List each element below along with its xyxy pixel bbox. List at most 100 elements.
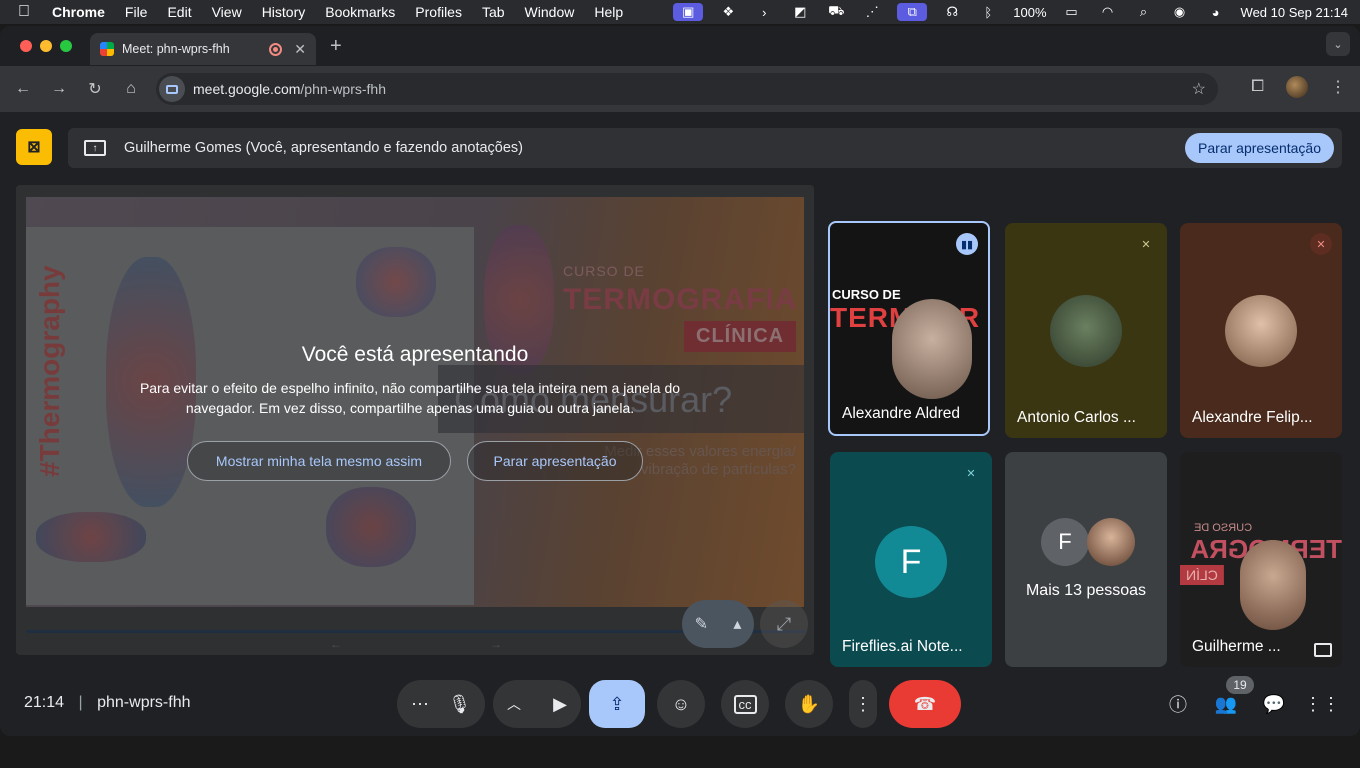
extensions-icon[interactable]: ⧠ <box>1251 78 1264 96</box>
macos-menubar:  Chrome File Edit View History Bookmark… <box>0 0 1360 24</box>
site-info-icon[interactable] <box>159 76 185 102</box>
tab-close-icon[interactable]: ✕ <box>294 41 306 58</box>
chat-icon[interactable]: 💬 <box>1262 692 1286 716</box>
menu-app-chrome[interactable]: Chrome <box>52 4 105 20</box>
participant-tile-fireflies[interactable]: ✕ F Fireflies.ai Note... <box>830 452 992 667</box>
url-path: /phn-wprs-fhh <box>300 81 386 97</box>
microphone-icon[interactable]: 🎙 <box>448 694 471 715</box>
raise-hand-button[interactable]: ✋ <box>785 680 833 728</box>
participant-tile-alexandre-felipe[interactable]: ✕ Alexandre Felip... <box>1180 223 1342 438</box>
recording-icon <box>269 42 283 56</box>
menu-edit[interactable]: Edit <box>167 4 191 20</box>
meet-control-bar: 21:14 | phn-wprs-fhh ⋯ 🎙 ︿ ▶ ⇪ ☺ cc ✋ ⋮ … <box>0 672 1360 736</box>
mic-off-icon: ✕ <box>1310 233 1332 255</box>
show-screen-anyway-button[interactable]: Mostrar minha tela mesmo assim <box>187 441 451 481</box>
wifi-icon[interactable]: ◠ <box>1097 3 1119 21</box>
display-icon[interactable]: ◩ <box>789 3 811 21</box>
bluetooth-icon[interactable]: ᛒ <box>977 3 999 21</box>
control-center-icon[interactable]: ◉ <box>1169 3 1191 21</box>
picture-in-picture-icon[interactable] <box>1314 643 1332 657</box>
forward-button[interactable]: → <box>46 76 72 102</box>
present-screen-button[interactable]: ⇪ <box>589 680 645 728</box>
menu-window[interactable]: Window <box>525 4 575 20</box>
audio-control-group: ⋯ 🎙 <box>397 680 485 728</box>
annotation-tools[interactable]: ✎ ▴ <box>682 600 754 648</box>
new-tab-button[interactable]: + <box>330 35 342 58</box>
address-bar[interactable]: meet.google.com/phn-wprs-fhh ☆ <box>156 73 1218 105</box>
speaking-indicator-icon: ▮▮ <box>956 233 978 255</box>
headphones-icon[interactable]: ☊ <box>941 3 963 21</box>
closed-captions-icon: cc <box>733 694 757 714</box>
meeting-info-icon[interactable]: ⓘ <box>1166 692 1190 716</box>
participant-tile-antonio-carlos[interactable]: ✕ Antonio Carlos ... <box>1005 223 1167 438</box>
minimize-window-button[interactable] <box>40 40 52 52</box>
present-to-all-icon: ⇪ <box>609 693 625 714</box>
menu-history[interactable]: History <box>262 4 306 20</box>
menu-bookmarks[interactable]: Bookmarks <box>325 4 395 20</box>
participant-tile-alexandre-aldred[interactable]: CURSO DE TERMOGR ▮▮ Alexandre Aldred <box>828 221 990 436</box>
presenting-banner: ↑ Guilherme Gomes (Você, apresentando e … <box>68 128 1342 168</box>
annotate-chevron-up-icon[interactable]: ▴ <box>733 614 741 634</box>
banner-stop-presenting-button[interactable]: Parar apresentação <box>1185 133 1334 163</box>
activities-grid-icon[interactable]: ⋮⋮ <box>1304 692 1340 716</box>
home-button[interactable]: ⌂ <box>118 76 144 102</box>
end-call-icon: ☎ <box>913 693 937 714</box>
menu-profiles[interactable]: Profiles <box>415 4 462 20</box>
self-video-face <box>1240 540 1306 630</box>
car-icon[interactable]: ⛟ <box>825 3 847 21</box>
annotate-pen-icon[interactable]: ✎ <box>695 614 708 634</box>
overlay-description: Para evitar o efeito de espelho infinito… <box>139 380 681 416</box>
video-options-chevron-up-icon[interactable]: ︿ <box>507 694 521 714</box>
chrome-menu-icon[interactable]: ⋮ <box>1330 77 1346 97</box>
presenting-banner-text: Guilherme Gomes (Você, apresentando e fa… <box>124 140 523 156</box>
dropbox-icon[interactable]: ❖ <box>717 3 739 21</box>
participant-avatar <box>1225 295 1297 367</box>
menu-tab[interactable]: Tab <box>482 4 505 20</box>
people-icon[interactable]: 👥 <box>1214 692 1238 716</box>
spotlight-search-icon[interactable]: ⌕ <box>1133 3 1155 21</box>
browser-toolbar: ← → ↻ ⌂ meet.google.com/phn-wprs-fhh ☆ ⧠… <box>0 66 1360 112</box>
leave-call-button[interactable]: ☎ <box>889 680 961 728</box>
menu-help[interactable]: Help <box>594 4 623 20</box>
camera-icon[interactable]: ▶ <box>553 694 567 715</box>
back-button[interactable]: ← <box>10 76 36 102</box>
captions-button[interactable]: cc <box>721 680 769 728</box>
reload-button[interactable]: ↻ <box>82 76 108 102</box>
battery-icon[interactable]: ▭ <box>1061 3 1083 21</box>
menubar-datetime[interactable]: Wed 10 Sep 21:14 <box>1241 5 1348 20</box>
tab-meet[interactable]: Meet: phn-wprs-fhh ✕ <box>90 33 316 65</box>
raise-hand-icon: ✋ <box>797 693 821 714</box>
participant-name: Alexandre Felip... <box>1192 409 1313 426</box>
screen-share-status-icon[interactable]: ▣ <box>673 3 704 21</box>
meeting-clock-and-code: 21:14 | phn-wprs-fhh <box>24 694 191 711</box>
menubar-status-area: ▣ ❖ › ◩ ⛟ ⋰ ⧉ ☊ ᛒ 100% ▭ ◠ ⌕ ◉ ◕ Wed 10 … <box>673 0 1348 24</box>
menu-file[interactable]: File <box>125 4 148 20</box>
profile-avatar[interactable] <box>1286 76 1308 98</box>
participant-avatar <box>1050 295 1122 367</box>
presenting-status-icon[interactable]: ⊠ <box>16 129 52 165</box>
more-participants-label: Mais 13 pessoas <box>1025 582 1147 599</box>
tab-strip: Meet: phn-wprs-fhh ✕ + ⌄ <box>0 26 1360 66</box>
participant-tile-guilherme[interactable]: CURSO DE TERMOGRA CLÍN Guilherme ... <box>1180 452 1342 667</box>
menu-view[interactable]: View <box>212 4 242 20</box>
dots-icon[interactable]: ⋰ <box>861 3 883 21</box>
window-icon[interactable]: ⧉ <box>897 3 928 21</box>
forward-circle-icon[interactable]: › <box>753 3 775 21</box>
more-options-button[interactable]: ⋮ <box>849 680 877 728</box>
tab-search-chevron-icon[interactable]: ⌄ <box>1326 32 1350 56</box>
url-host: meet.google.com <box>193 81 301 97</box>
video-control-group: ︿ ▶ <box>493 680 581 728</box>
close-window-button[interactable] <box>20 40 32 52</box>
more-participants-tile[interactable]: F Mais 13 pessoas <box>1005 452 1167 667</box>
apple-icon[interactable]:  <box>18 3 38 21</box>
overlay-stop-presenting-button[interactable]: Parar apresentação <box>467 441 643 481</box>
zoom-window-button[interactable] <box>60 40 72 52</box>
bookmark-star-icon[interactable]: ☆ <box>1192 79 1206 99</box>
participant-name: Antonio Carlos ... <box>1017 409 1136 426</box>
siri-icon[interactable]: ◕ <box>1205 3 1227 21</box>
chrome-window: Meet: phn-wprs-fhh ✕ + ⌄ ← → ↻ ⌂ meet.go… <box>0 26 1360 736</box>
expand-icon[interactable]: ⤢ <box>760 600 808 648</box>
emoji-reaction-button[interactable]: ☺ <box>657 680 705 728</box>
audio-options-icon[interactable]: ⋯ <box>411 694 429 715</box>
window-controls <box>20 40 72 52</box>
